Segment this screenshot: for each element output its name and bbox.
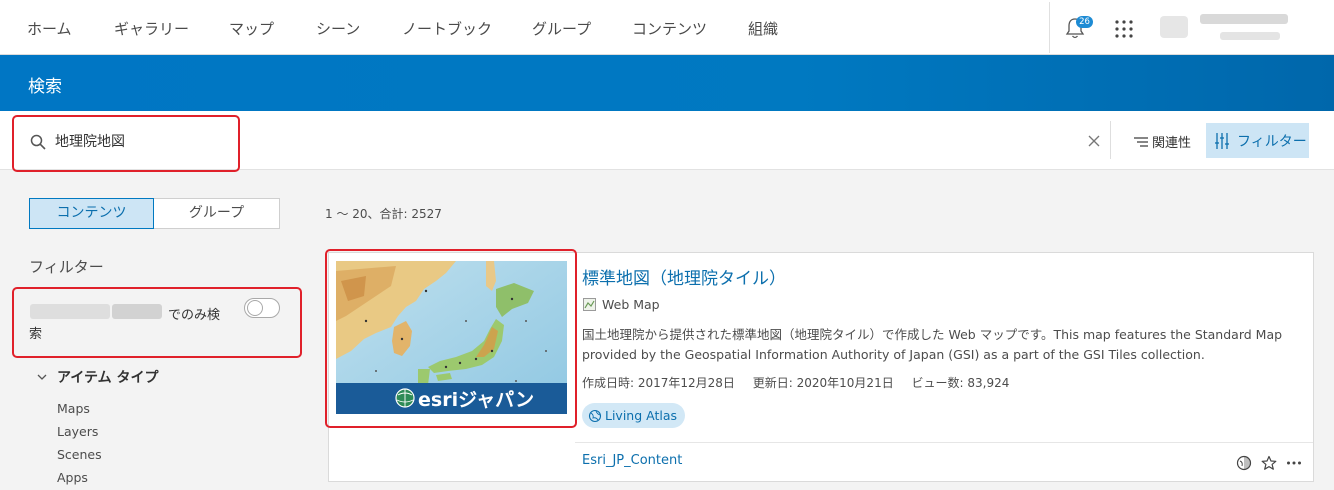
item-type-scenes[interactable]: Scenes: [57, 447, 102, 462]
tab-content[interactable]: コンテンツ: [29, 198, 154, 229]
chevron-down-icon[interactable]: [37, 372, 47, 382]
more-icon[interactable]: [1286, 455, 1302, 471]
apps-grid-icon[interactable]: [1114, 19, 1134, 39]
top-navigation: ホーム ギャラリー マップ シーン ノートブック グループ コンテンツ 組織 2…: [0, 0, 1334, 55]
item-type-layers[interactable]: Layers: [57, 424, 98, 439]
filter-label: フィルター: [1237, 134, 1307, 150]
nav-divider: [1049, 2, 1050, 53]
page-header: 検索: [0, 55, 1334, 111]
result-description: 国土地理院から提供された標準地図（地理院タイル）で作成した Web マップです。…: [582, 327, 1283, 362]
nav-gallery[interactable]: ギャラリー: [114, 18, 189, 39]
tab-groups[interactable]: グループ: [154, 198, 280, 229]
nav-scene[interactable]: シーン: [316, 18, 360, 39]
badge-label: Living Atlas: [605, 408, 678, 423]
card-footer-divider: [575, 442, 1313, 443]
share-icon[interactable]: [1236, 455, 1252, 471]
sort-label: 関連性: [1152, 136, 1192, 151]
highlight-box-thumbnail: [325, 249, 577, 428]
view-count: ビュー数: 83,924: [911, 376, 1010, 390]
nav-map[interactable]: マップ: [229, 18, 274, 39]
nav-notebook[interactable]: ノートブック: [402, 18, 492, 39]
result-metadata: 作成日時: 2017年12月28日 更新日: 2020年10月21日 ビュー数:…: [582, 374, 1023, 391]
owner-link[interactable]: Esri_JP_Content: [582, 453, 682, 468]
result-count: 1 ～ 20、合計: 2527: [325, 207, 442, 221]
globe-icon: [588, 409, 602, 423]
page-title: 検索: [28, 77, 62, 97]
sort-icon: [1134, 137, 1148, 147]
nav-organization[interactable]: 組織: [748, 18, 778, 39]
highlight-box-toggle: [12, 287, 302, 358]
toolbar-divider: [1110, 121, 1111, 159]
updated-date: 更新日: 2020年10月21日: [752, 376, 894, 390]
close-icon[interactable]: [1088, 135, 1100, 147]
sort-button[interactable]: 関連性: [1134, 132, 1191, 151]
star-icon[interactable]: [1261, 455, 1277, 471]
nav-content[interactable]: コンテンツ: [632, 18, 707, 39]
item-type-heading[interactable]: アイテム タイプ: [57, 367, 158, 387]
item-type-apps[interactable]: Apps: [57, 470, 88, 485]
result-type: Web Map: [602, 297, 660, 312]
nav-home[interactable]: ホーム: [27, 18, 72, 39]
filter-icon: [1215, 133, 1229, 149]
nav-groups[interactable]: グループ: [532, 18, 591, 39]
filter-button[interactable]: フィルター: [1206, 123, 1309, 158]
notification-badge: 26: [1076, 16, 1093, 28]
created-date: 作成日時: 2017年12月28日: [582, 376, 735, 390]
filters-heading: フィルター: [29, 258, 104, 276]
item-type-maps[interactable]: Maps: [57, 401, 90, 416]
result-title[interactable]: 標準地図（地理院タイル）: [582, 264, 786, 289]
highlight-box-search: [12, 115, 240, 172]
living-atlas-badge[interactable]: Living Atlas: [582, 403, 686, 428]
web-map-icon: [583, 298, 596, 311]
